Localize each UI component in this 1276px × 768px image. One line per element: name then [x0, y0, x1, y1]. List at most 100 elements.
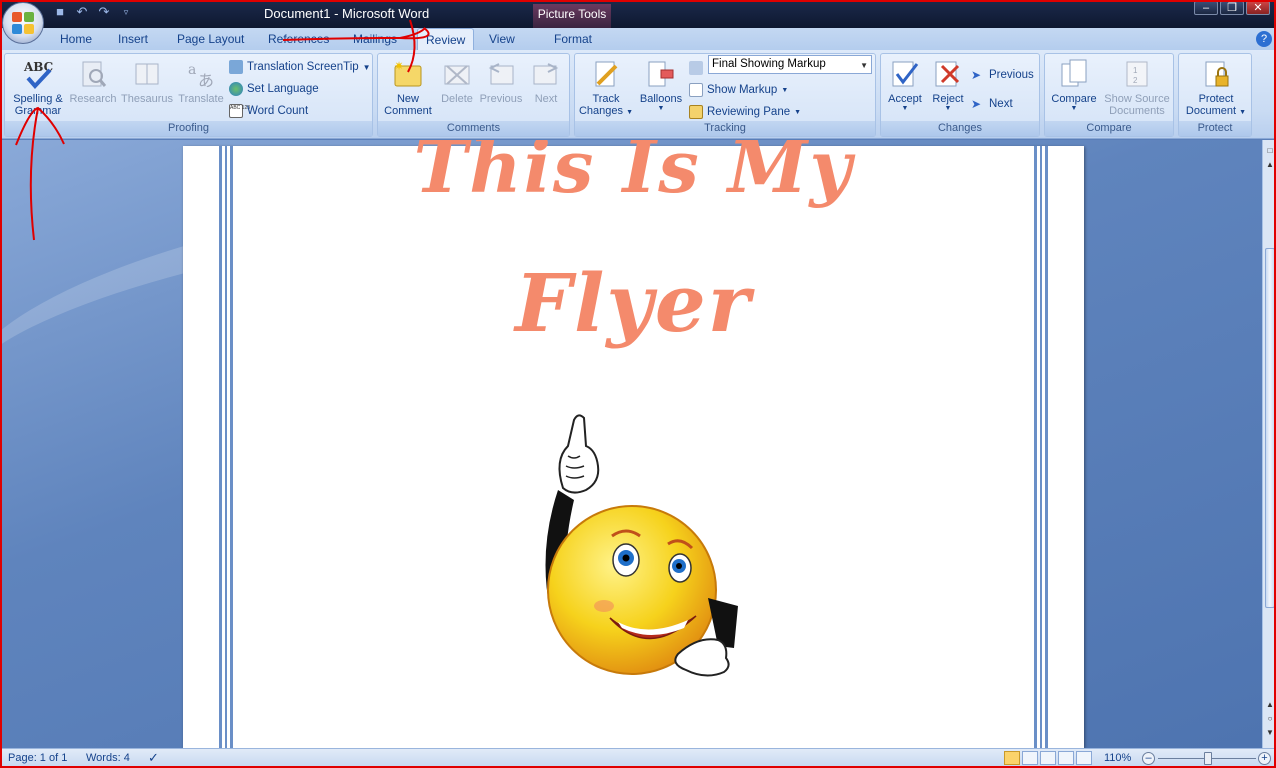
- display-for-review-dropdown[interactable]: Final Showing Markup ▼: [708, 55, 872, 74]
- track-changes-label-2: Changes: [578, 105, 624, 117]
- translate-button[interactable]: a あ Translate: [175, 58, 227, 105]
- full-screen-reading-view-icon[interactable]: [1022, 751, 1038, 765]
- balloons-icon: [645, 58, 677, 90]
- tab-references[interactable]: References: [268, 32, 329, 46]
- thesaurus-label: Thesaurus: [121, 93, 173, 105]
- translation-screentip-button[interactable]: Translation ScreenTip ▼: [229, 58, 371, 76]
- scroll-up-icon[interactable]: ▲: [1265, 160, 1275, 169]
- picture-tools-context-tab: Picture Tools: [533, 4, 611, 28]
- compare-group: Compare ▼ 1 2 Show Source Documents Comp…: [1044, 53, 1174, 137]
- compare-group-label: Compare: [1045, 121, 1173, 136]
- print-layout-view-icon[interactable]: [1004, 751, 1020, 765]
- office-button[interactable]: [2, 2, 44, 44]
- web-layout-view-icon[interactable]: [1040, 751, 1056, 765]
- previous-arrow-icon: ➤: [971, 68, 982, 82]
- thesaurus-button[interactable]: Thesaurus: [119, 58, 175, 105]
- zoom-level[interactable]: 110%: [1104, 752, 1131, 764]
- display-for-review-value: Final Showing Markup: [712, 58, 826, 70]
- tab-review[interactable]: Review: [417, 28, 475, 50]
- research-icon: [77, 58, 109, 90]
- save-icon[interactable]: ■: [52, 4, 68, 20]
- zoom-slider-thumb[interactable]: [1204, 752, 1212, 765]
- next-change-button[interactable]: ➤ Next: [971, 95, 1013, 113]
- track-changes-button[interactable]: Track Changes ▼: [577, 58, 635, 117]
- accept-button[interactable]: Accept ▼: [883, 58, 927, 112]
- document-page[interactable]: This Is My Flyer: [183, 140, 1084, 748]
- tab-page-layout[interactable]: Page Layout: [177, 32, 244, 46]
- next-page-icon[interactable]: ▼: [1265, 728, 1275, 737]
- zoom-out-icon[interactable]: –: [1142, 752, 1155, 765]
- scrollbar-thumb[interactable]: [1265, 248, 1275, 608]
- reject-button[interactable]: Reject ▼: [927, 58, 969, 112]
- tab-format[interactable]: Format: [554, 32, 592, 46]
- spelling-check-icon: ABC: [22, 58, 54, 90]
- reviewing-pane-button[interactable]: Reviewing Pane ▼: [689, 103, 801, 121]
- tab-view[interactable]: View: [489, 32, 515, 46]
- browse-object-icon[interactable]: ○: [1265, 714, 1275, 723]
- show-source-label-2: Documents: [1109, 105, 1165, 117]
- ribbon: ABC Spelling & Grammar Research Thesauru…: [0, 50, 1276, 139]
- undo-icon[interactable]: ↶: [74, 4, 90, 20]
- show-source-label-1: Show Source: [1104, 93, 1170, 105]
- new-comment-button[interactable]: ✷ New Comment: [380, 58, 436, 117]
- globe-icon: [229, 82, 243, 96]
- spelling-grammar-button[interactable]: ABC Spelling & Grammar: [7, 58, 69, 117]
- proofing-status-icon[interactable]: ✓: [148, 750, 159, 766]
- new-comment-label-2: Comment: [384, 105, 432, 117]
- proofing-group: ABC Spelling & Grammar Research Thesauru…: [4, 53, 373, 137]
- tab-home[interactable]: Home: [60, 32, 92, 46]
- compare-icon: [1058, 58, 1090, 90]
- previous-page-icon[interactable]: ▲: [1265, 700, 1275, 709]
- status-bar: Page: 1 of 1 Words: 4 ✓ 110% – +: [0, 748, 1276, 768]
- help-icon[interactable]: ?: [1256, 31, 1272, 47]
- chevron-down-icon: ▼: [362, 62, 371, 72]
- balloons-button[interactable]: Balloons ▼: [635, 58, 687, 112]
- new-comment-label-1: New: [396, 93, 419, 105]
- chevron-down-icon: ▼: [1070, 105, 1078, 112]
- translate-label: Translate: [178, 93, 224, 105]
- tab-mailings[interactable]: Mailings: [353, 32, 397, 46]
- show-source-documents-button[interactable]: 1 2 Show Source Documents: [1101, 58, 1173, 117]
- accept-label: Accept: [888, 93, 922, 105]
- ruler-toggle-icon[interactable]: □: [1265, 146, 1275, 155]
- customize-icon[interactable]: ▿: [118, 4, 134, 20]
- close-button[interactable]: ✕: [1246, 1, 1270, 15]
- protect-document-label-1: Protect: [1198, 93, 1234, 105]
- page-border-line: [230, 146, 233, 748]
- smiley-pointing-clipart[interactable]: [528, 410, 748, 690]
- document-area: This Is My Flyer: [0, 140, 1262, 748]
- set-language-button[interactable]: Set Language: [229, 80, 319, 98]
- outline-view-icon[interactable]: [1058, 751, 1074, 765]
- show-markup-button[interactable]: Show Markup ▼: [689, 81, 788, 99]
- tab-insert[interactable]: Insert: [118, 32, 148, 46]
- page-count-status[interactable]: Page: 1 of 1: [8, 752, 67, 764]
- research-button[interactable]: Research: [68, 58, 118, 105]
- word-count-button[interactable]: ABC 123 Word Count: [229, 102, 308, 120]
- zoom-in-icon[interactable]: +: [1258, 752, 1271, 765]
- minimize-button[interactable]: –: [1194, 1, 1218, 15]
- next-comment-button[interactable]: Next: [526, 58, 566, 105]
- chevron-down-icon: ▼: [626, 109, 634, 116]
- redo-icon[interactable]: ↷: [96, 4, 112, 20]
- vertical-scrollbar[interactable]: □ ▲ ▲ ○ ▼: [1262, 140, 1276, 748]
- delete-comment-button[interactable]: Delete: [436, 58, 478, 105]
- comments-group: ✷ New Comment Delete Previous Next Comme…: [377, 53, 570, 137]
- previous-change-button[interactable]: ➤ Previous: [971, 66, 1034, 84]
- page-border-line: [1045, 146, 1048, 748]
- previous-comment-button[interactable]: Previous: [478, 58, 524, 105]
- tracking-group-label: Tracking: [575, 121, 875, 136]
- next-comment-icon: [530, 58, 562, 90]
- svg-text:a: a: [188, 62, 196, 78]
- translate-icon: a あ: [185, 58, 217, 90]
- previous-change-label: Previous: [989, 69, 1034, 81]
- word-count-status[interactable]: Words: 4: [86, 752, 130, 764]
- accept-icon: [889, 58, 921, 90]
- next-change-label: Next: [989, 98, 1013, 110]
- draft-view-icon[interactable]: [1076, 751, 1092, 765]
- spelling-label-2: Grammar: [14, 105, 62, 117]
- chevron-down-icon: ▼: [781, 86, 789, 94]
- compare-button[interactable]: Compare ▼: [1047, 58, 1101, 112]
- restore-button[interactable]: ❐: [1220, 1, 1244, 15]
- display-for-review-icon: [689, 59, 703, 77]
- protect-document-button[interactable]: Protect Document ▼: [1181, 58, 1251, 117]
